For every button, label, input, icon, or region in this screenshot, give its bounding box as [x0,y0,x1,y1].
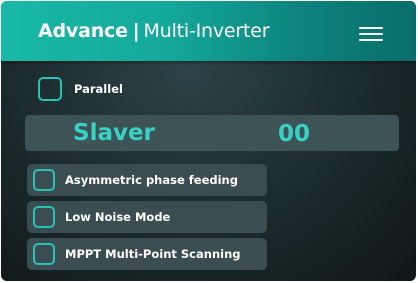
asymmetric-phase-feeding-label: Asymmetric phase feeding [65,173,238,187]
option-asymmetric-phase-feeding[interactable]: Asymmetric phase feeding [27,164,267,196]
option-mppt-multi-point-scanning[interactable]: MPPT Multi-Point Scanning [27,238,267,270]
parallel-label: Parallel [74,82,123,96]
slaver-id-value: 00 [278,121,311,147]
menu-line [359,27,383,29]
low-noise-mode-checkbox[interactable] [33,206,55,228]
page-title: Advance | Multi-Inverter [38,19,270,43]
hamburger-menu-icon[interactable] [359,27,383,41]
slaver-label: Slaver [73,120,155,146]
mppt-multi-point-scanning-checkbox[interactable] [33,243,55,265]
slaver-display: Slaver 00 [25,115,399,151]
menu-line [359,33,383,35]
menu-line [359,39,383,41]
option-low-noise-mode[interactable]: Low Noise Mode [27,201,267,233]
title-light: Multi-Inverter [143,20,270,42]
parallel-checkbox[interactable] [38,77,62,101]
asymmetric-phase-feeding-checkbox[interactable] [33,169,55,191]
app-frame: Advance | Multi-Inverter Parallel Slaver 0… [1,1,416,281]
title-bold: Advance [38,20,128,42]
header-bar: Advance | Multi-Inverter [1,1,416,61]
low-noise-mode-label: Low Noise Mode [65,210,171,224]
title-separator: | [132,20,140,42]
mppt-multi-point-scanning-label: MPPT Multi-Point Scanning [65,247,241,261]
